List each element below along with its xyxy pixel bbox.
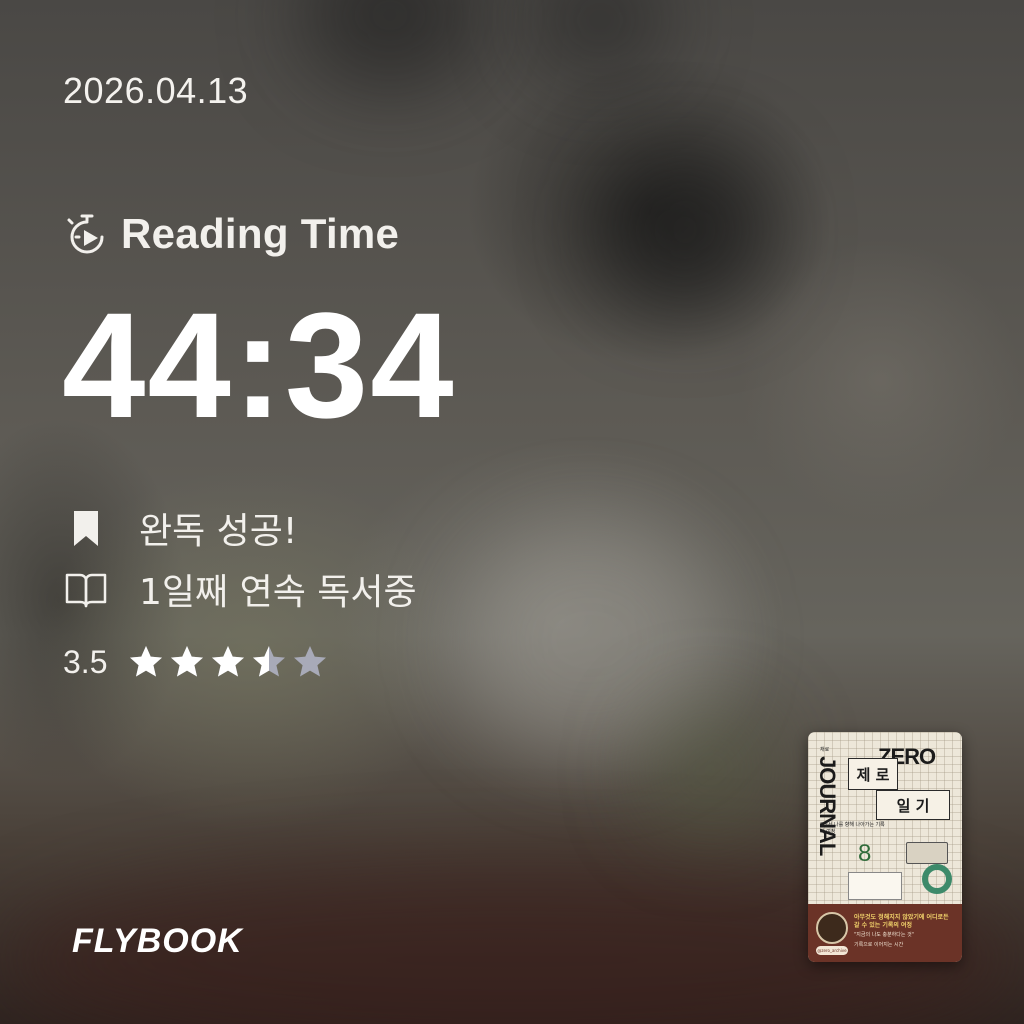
cover-decoration: 8 <box>858 840 872 867</box>
background-blur-shape <box>640 700 780 840</box>
streak-status: 1일째 연속 독서중 <box>63 563 417 615</box>
cover-band-text: "지금의 나도 충분하다는 것" <box>854 932 914 938</box>
reading-time-header: Reading Time <box>63 210 399 258</box>
reading-date: 2026.04.13 <box>63 70 249 111</box>
completion-status: 완독 성공! <box>63 502 297 554</box>
background-blur-shape <box>600 150 770 310</box>
cover-decoration <box>906 842 948 864</box>
cover-title-tile: 일 기 <box>876 790 950 820</box>
bookmark-icon <box>74 511 98 546</box>
star-empty-icon <box>294 646 327 677</box>
star-filled-icon <box>130 646 163 677</box>
cover-title-en-vertical: JOURNAL <box>815 756 840 856</box>
cover-tape-illustration <box>922 864 952 894</box>
rating-stars <box>127 643 329 681</box>
rating-value: 3.5 <box>63 643 108 680</box>
cover-band-text: 기록으로 이어지는 시간 <box>854 942 904 948</box>
streak-text: 1일째 연속 독서중 <box>139 572 417 613</box>
reading-time-value: 44:34 <box>62 281 456 449</box>
cover-calendar-illustration <box>848 872 902 900</box>
star-filled-icon <box>171 646 204 677</box>
cover-handle: @zero_archive <box>816 946 848 955</box>
flybook-logo: FLYBOOK <box>72 922 243 960</box>
open-book-icon <box>65 573 107 608</box>
book-cover: 채료 ZERO JOURNAL 제 로 일 기 0에서 나를 향해 나아가는 기… <box>808 732 962 962</box>
reading-time-label: Reading Time <box>121 210 400 257</box>
cover-subtitle: 0에서 나를 향해 나아가는 기록의 여정 <box>820 822 885 835</box>
star-half-icon <box>253 646 286 677</box>
stopwatch-icon <box>67 214 104 254</box>
cover-title-tile: 제 로 <box>848 758 898 790</box>
cover-band-headline: 아무것도 정해지지 않았기에 어디로든 갈 수 있는 기록의 여정 <box>854 914 949 929</box>
rating: 3.5 <box>63 643 329 681</box>
star-filled-icon <box>212 646 245 677</box>
cover-author-photo <box>816 912 848 944</box>
completion-text: 완독 성공! <box>139 511 298 552</box>
cover-author: 채료 <box>820 747 830 753</box>
